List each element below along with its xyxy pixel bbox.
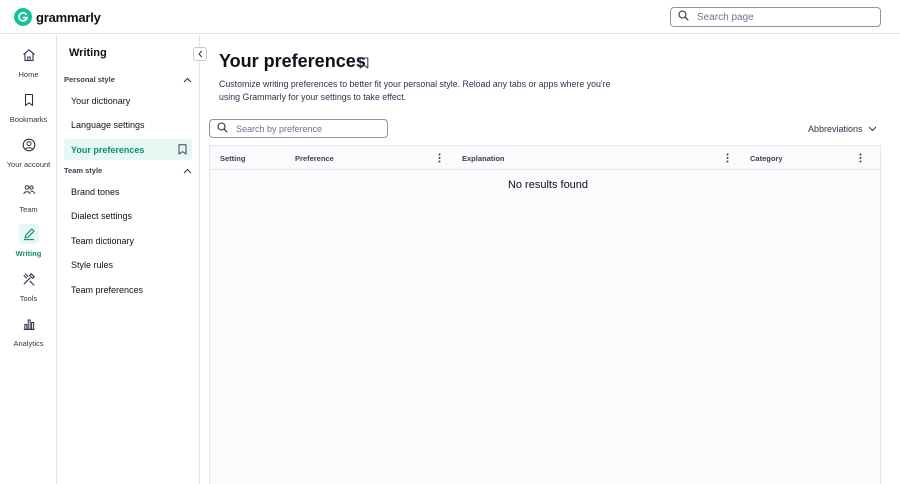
sidebar-item-your-preferences[interactable]: Your preferences	[64, 139, 192, 160]
pen-icon	[18, 224, 39, 244]
analytics-icon	[19, 314, 39, 334]
search-icon	[678, 8, 689, 26]
sidebar-item-label: Team preferences	[71, 284, 144, 295]
chevron-up-icon	[183, 70, 192, 88]
section-team-style[interactable]: Team style	[64, 163, 192, 177]
rail-label: Tools	[19, 294, 38, 303]
sidebar-item-label: Your dictionary	[71, 95, 131, 106]
sidebar-item-label: Style rules	[71, 259, 114, 270]
sidebar-item-style-rules[interactable]: Style rules	[64, 254, 192, 275]
sidebar-title: Writing	[69, 47, 107, 59]
sidebar-item-label: Team dictionary	[71, 235, 135, 246]
sidebar-item-dialect-settings[interactable]: Dialect settings	[64, 205, 192, 226]
page-search-box[interactable]	[670, 7, 881, 27]
section-label: Team style	[64, 165, 103, 175]
column-header-explanation[interactable]: Explanation	[462, 146, 505, 170]
sidebar-item-label: Brand tones	[71, 186, 120, 197]
sidebar-item-label: Your preferences	[71, 144, 145, 155]
search-icon	[217, 120, 228, 138]
section-label: Personal style	[64, 74, 115, 84]
rail-item-writing[interactable]: Writing	[0, 224, 57, 264]
rail-item-analytics[interactable]: Analytics	[0, 314, 57, 354]
rail-item-team[interactable]: Team	[0, 180, 57, 220]
page-description: Customize writing preferences to better …	[219, 79, 611, 102]
sidebar-item-brand-tones[interactable]: Brand tones	[64, 181, 192, 202]
chevron-down-icon	[863, 124, 877, 134]
category-filter-label: Abbreviations	[808, 124, 863, 134]
bookmark-icon	[19, 90, 39, 110]
rail-label: Bookmarks	[9, 115, 48, 124]
page-title: Your preferences	[219, 51, 366, 71]
rail-label: Writing	[15, 249, 42, 258]
grammarly-logo-icon	[14, 8, 32, 26]
preference-search-box[interactable]	[209, 119, 388, 138]
column-menu-icon[interactable]	[723, 152, 731, 164]
top-bar: grammarly	[0, 0, 900, 34]
rail-label: Team	[19, 205, 38, 214]
sidebar-item-language-settings[interactable]: Language settings	[64, 114, 192, 135]
team-icon	[19, 180, 39, 200]
table-header: Setting Preference Explanation Category	[210, 146, 880, 170]
column-menu-icon[interactable]	[856, 152, 864, 164]
section-personal-style[interactable]: Personal style	[64, 72, 192, 86]
preference-search-input[interactable]	[236, 123, 381, 134]
rail-item-bookmarks[interactable]: Bookmarks	[0, 90, 57, 130]
category-filter-dropdown[interactable]: Abbreviations	[808, 124, 877, 134]
column-header-setting[interactable]: Setting	[220, 146, 245, 170]
sidebar-item-label: Dialect settings	[71, 210, 133, 221]
home-icon	[19, 45, 39, 65]
sidebar-item-team-dictionary[interactable]: Team dictionary	[64, 230, 192, 251]
bookmark-page-icon[interactable]	[359, 56, 369, 74]
rail-label: Home	[18, 70, 39, 79]
tools-icon	[19, 269, 39, 289]
rail-item-your-account[interactable]: Your account	[0, 135, 57, 175]
account-icon	[19, 135, 39, 155]
page-search-input[interactable]	[697, 11, 867, 23]
main-content: Your preferences Customize writing prefe…	[201, 35, 900, 484]
rail-item-tools[interactable]: Tools	[0, 269, 57, 309]
sidebar-item-your-dictionary[interactable]: Your dictionary	[64, 90, 192, 111]
grammarly-logo[interactable]: grammarly	[14, 8, 101, 26]
preferences-table: Setting Preference Explanation Category …	[209, 145, 881, 484]
sidebar-item-label: Language settings	[71, 119, 145, 130]
writing-sidebar: Writing Personal style Your dictionary L…	[57, 35, 207, 484]
brand-name: grammarly	[36, 9, 101, 25]
primary-nav-rail: Home Bookmarks Your account Team Writing…	[0, 35, 57, 484]
rail-label: Analytics	[13, 339, 44, 348]
column-menu-icon[interactable]	[435, 152, 443, 164]
column-header-category[interactable]: Category	[750, 146, 783, 170]
rail-item-home[interactable]: Home	[0, 45, 57, 85]
column-header-preference[interactable]: Preference	[295, 146, 334, 170]
bookmark-icon[interactable]	[178, 144, 187, 157]
chevron-up-icon	[183, 161, 192, 179]
rail-label: Your account	[6, 160, 51, 169]
empty-state-message: No results found	[507, 179, 589, 191]
sidebar-item-team-preferences[interactable]: Team preferences	[64, 279, 192, 300]
